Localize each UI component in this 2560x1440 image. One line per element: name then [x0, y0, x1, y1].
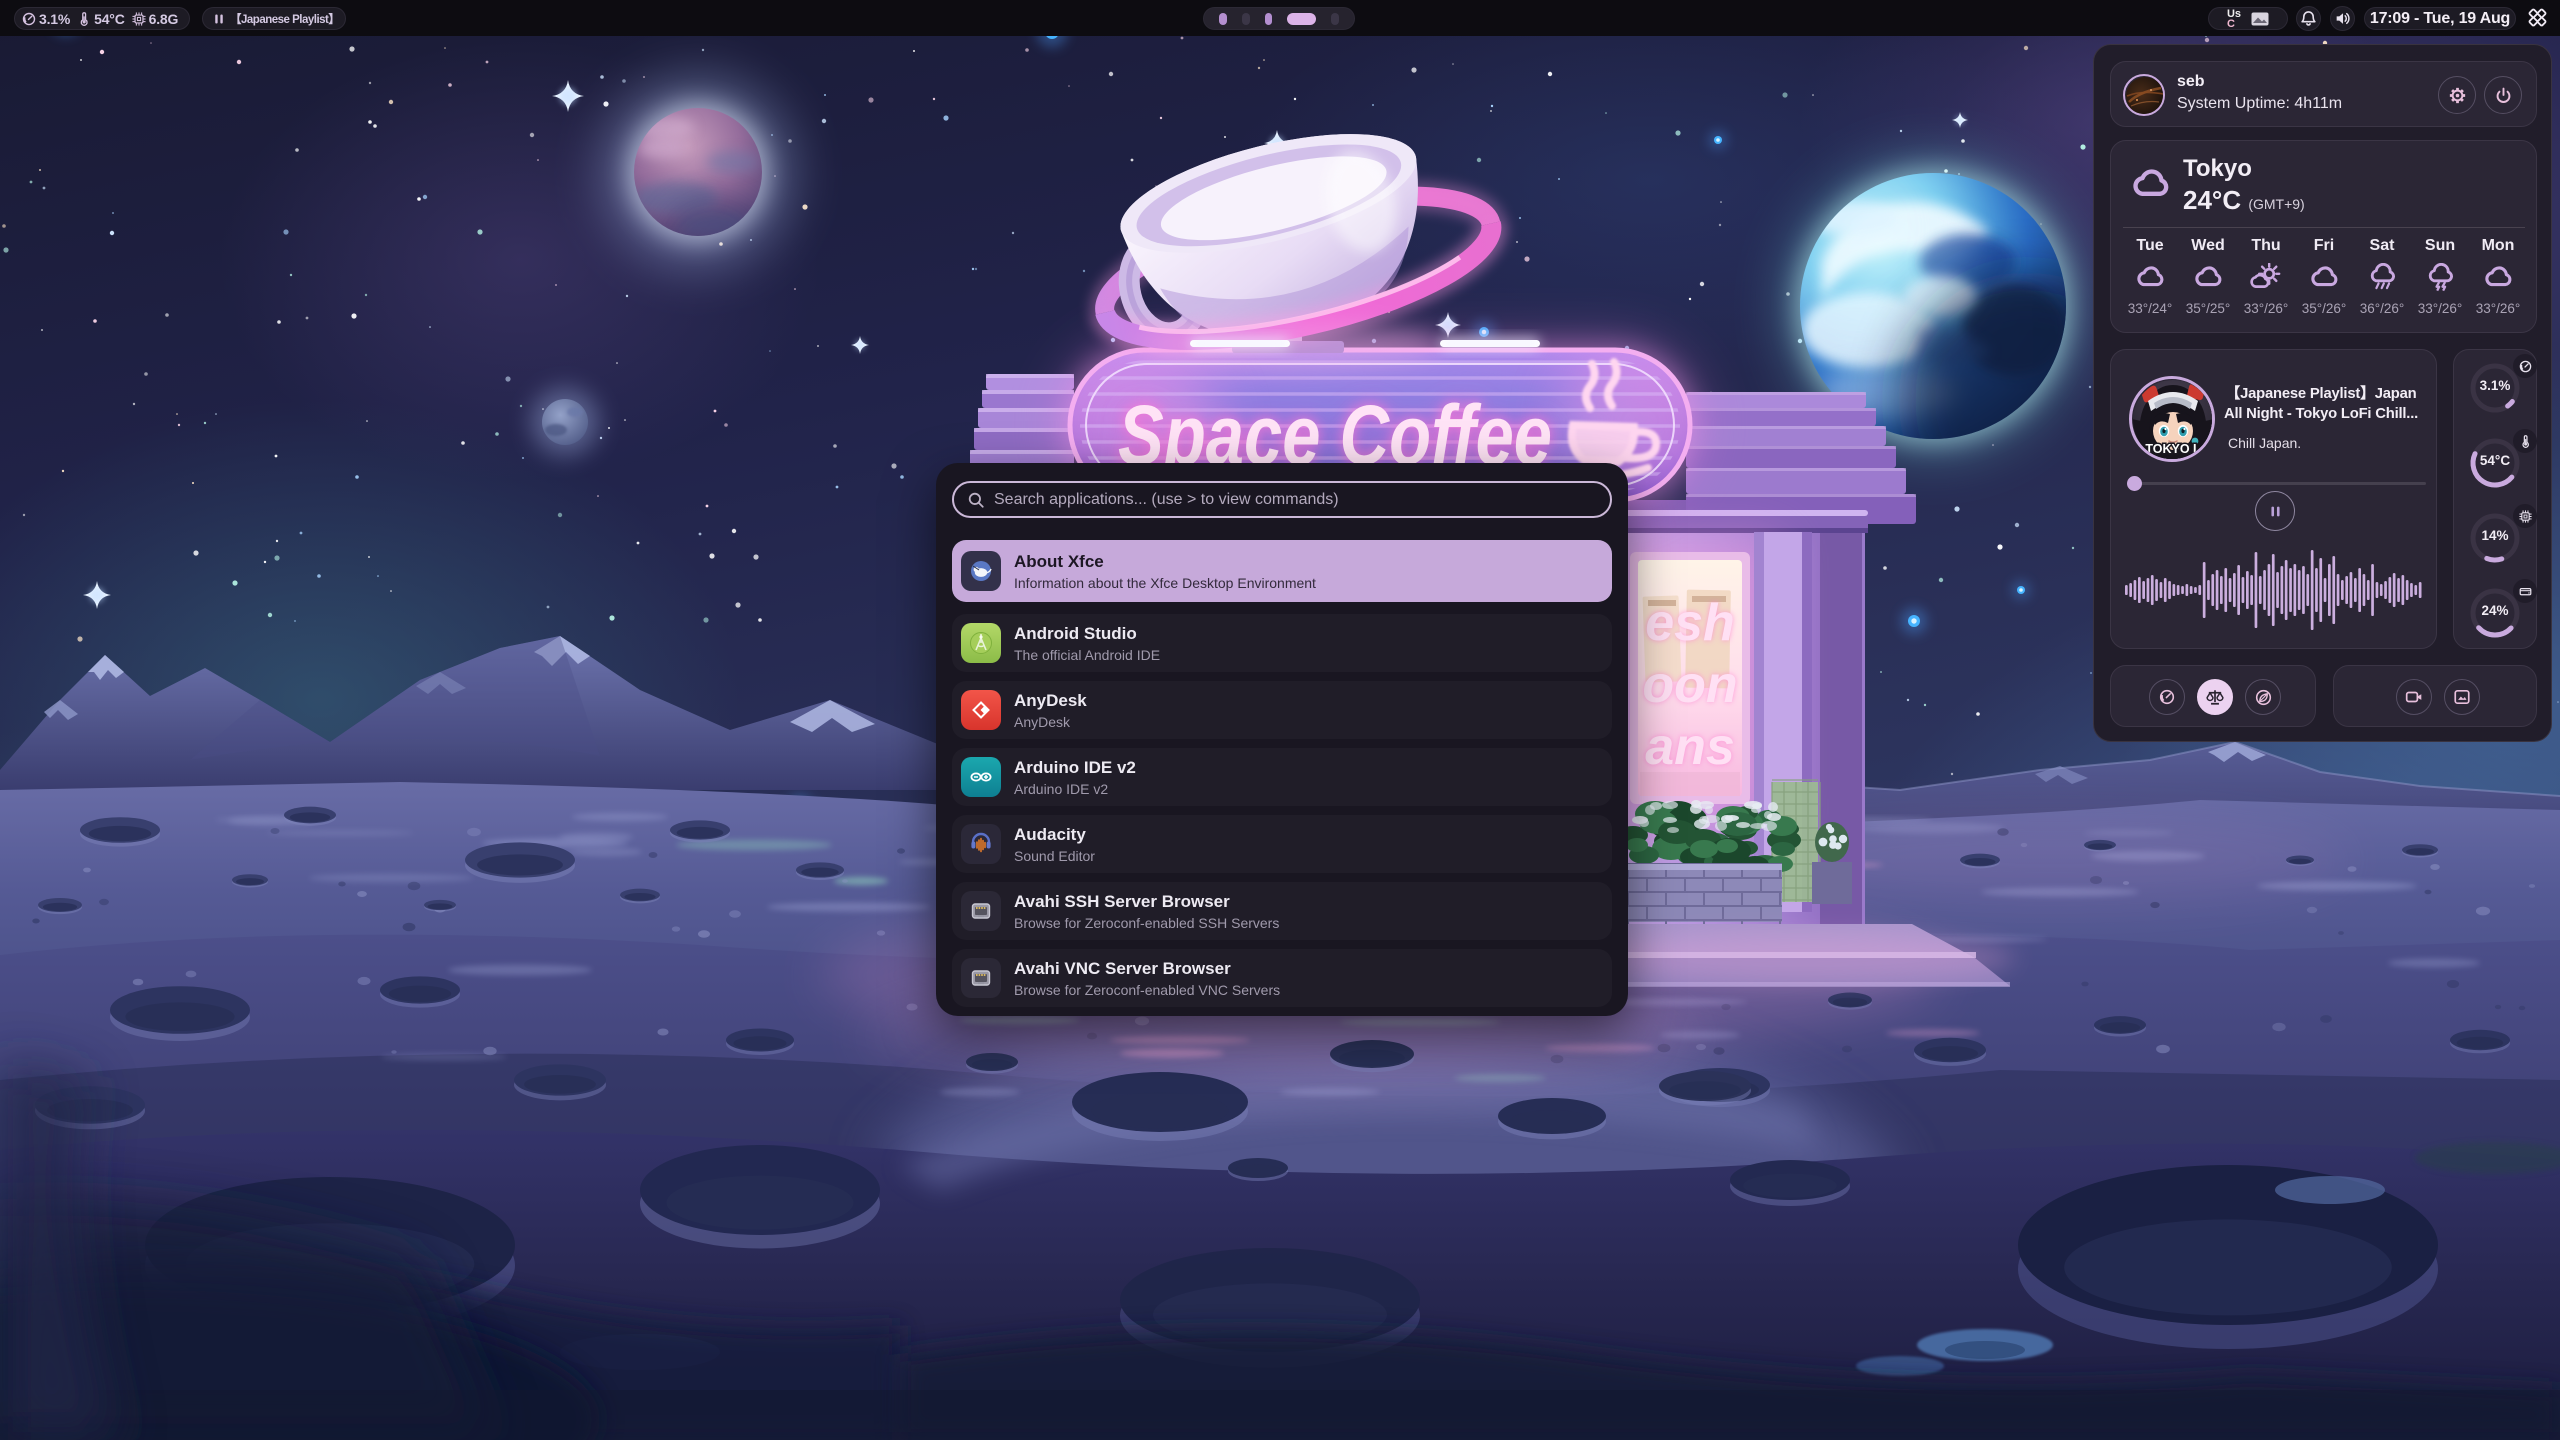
- svg-text:oon: oon: [1642, 656, 1737, 714]
- svg-text:ans: ans: [1645, 718, 1735, 776]
- svg-text:esh: esh: [1645, 594, 1735, 652]
- svg-text:TOKYO L: TOKYO L: [2145, 442, 2201, 456]
